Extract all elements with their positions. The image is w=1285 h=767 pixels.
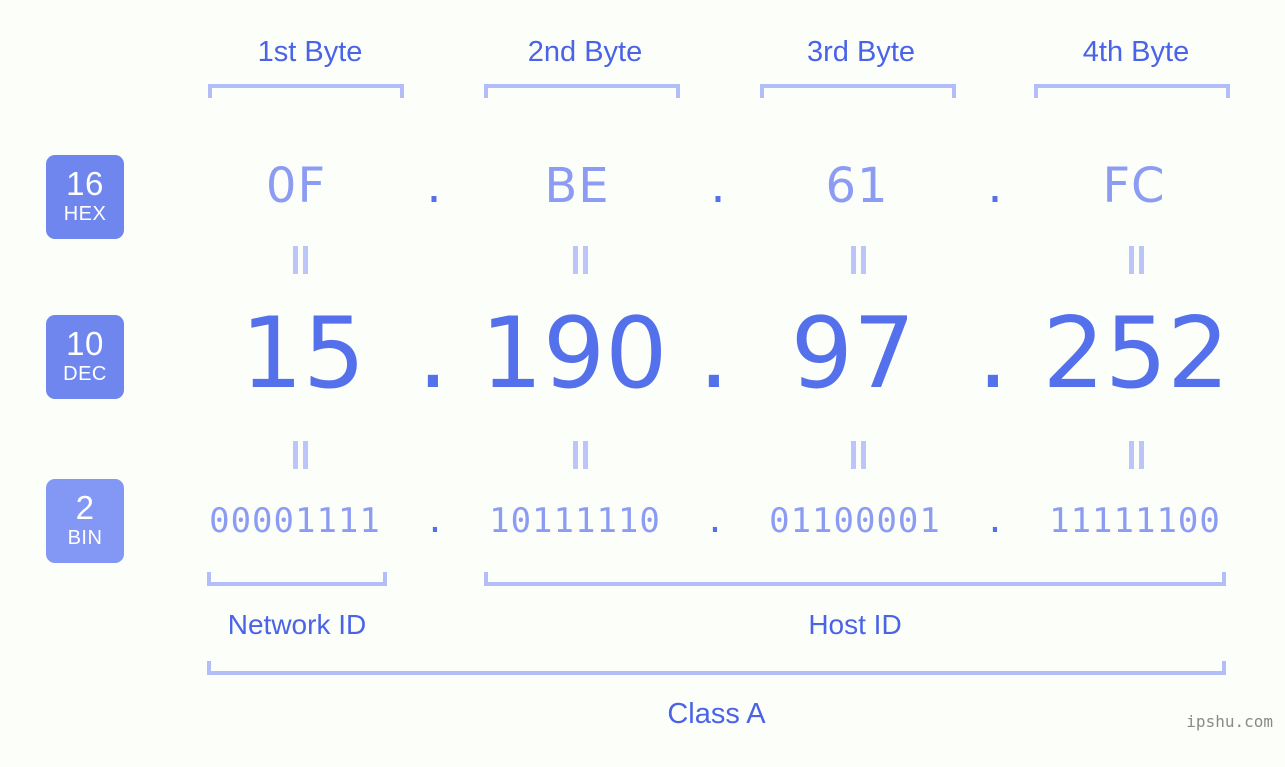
dec-octet-3: 97: [790, 297, 916, 411]
byte-bracket-top-4: [1034, 84, 1230, 98]
hex-separator-2: .: [710, 158, 726, 214]
dec-octet-1: 15: [240, 297, 366, 411]
hex-octet-3: 61: [825, 158, 889, 214]
radix-badge-bin-number: 2: [75, 489, 95, 526]
host-id-bracket: [484, 572, 1226, 586]
byte-header-label-2: 2nd Byte: [527, 36, 643, 68]
dec-separator-1: .: [417, 297, 449, 411]
class-label: Class A: [667, 698, 766, 730]
hex-octet-2: BE: [544, 158, 610, 214]
bin-octet-3: 01100001: [769, 501, 941, 541]
hex-octet-4: FC: [1102, 158, 1166, 214]
bin-octet-1: 00001111: [209, 501, 381, 541]
dec-octet-2: 190: [480, 297, 668, 411]
hex-separator-3: .: [987, 158, 1003, 214]
equals-sign-hex-dec-2: [568, 246, 594, 274]
equals-sign-dec-bin-4: [1124, 441, 1150, 469]
byte-header-label-1: 1st Byte: [257, 36, 363, 68]
byte-header-label-4: 4th Byte: [1082, 36, 1190, 68]
byte-bracket-top-2: [484, 84, 680, 98]
bin-separator-1: .: [424, 501, 446, 541]
equals-sign-dec-bin-2: [568, 441, 594, 469]
ip-address-breakdown-diagram: 1st Byte 2nd Byte 3rd Byte 4th Byte 16 H…: [0, 0, 1285, 767]
hex-octet-1: 0F: [265, 158, 327, 214]
dec-octet-4: 252: [1042, 297, 1230, 411]
network-id-label: Network ID: [227, 609, 367, 640]
bin-separator-2: .: [704, 501, 726, 541]
dec-separator-3: .: [977, 297, 1009, 411]
equals-sign-dec-bin-3: [846, 441, 872, 469]
radix-badge-dec-label: DEC: [63, 363, 107, 385]
radix-badge-dec: 10 DEC: [46, 315, 124, 399]
equals-sign-hex-dec-1: [288, 246, 314, 274]
byte-header-label-3: 3rd Byte: [807, 36, 915, 68]
class-bracket: [207, 661, 1226, 675]
byte-bracket-top-1: [208, 84, 404, 98]
bin-separator-3: .: [984, 501, 1006, 541]
bin-octet-4: 11111100: [1049, 501, 1221, 541]
radix-badge-hex-label: HEX: [63, 203, 107, 225]
equals-sign-hex-dec-4: [1124, 246, 1150, 274]
network-id-bracket: [207, 572, 387, 586]
radix-badge-dec-number: 10: [66, 325, 104, 362]
site-watermark: ipshu.com: [1186, 712, 1273, 731]
radix-badge-hex-number: 16: [66, 165, 104, 202]
host-id-label: Host ID: [808, 609, 902, 640]
equals-sign-hex-dec-3: [846, 246, 872, 274]
radix-badge-hex: 16 HEX: [46, 155, 124, 239]
bin-octet-2: 10111110: [489, 501, 661, 541]
byte-bracket-top-3: [760, 84, 956, 98]
radix-badge-bin: 2 BIN: [46, 479, 124, 563]
equals-sign-dec-bin-1: [288, 441, 314, 469]
radix-badge-bin-label: BIN: [67, 527, 103, 549]
dec-separator-2: .: [698, 297, 730, 411]
hex-separator-1: .: [426, 158, 442, 214]
